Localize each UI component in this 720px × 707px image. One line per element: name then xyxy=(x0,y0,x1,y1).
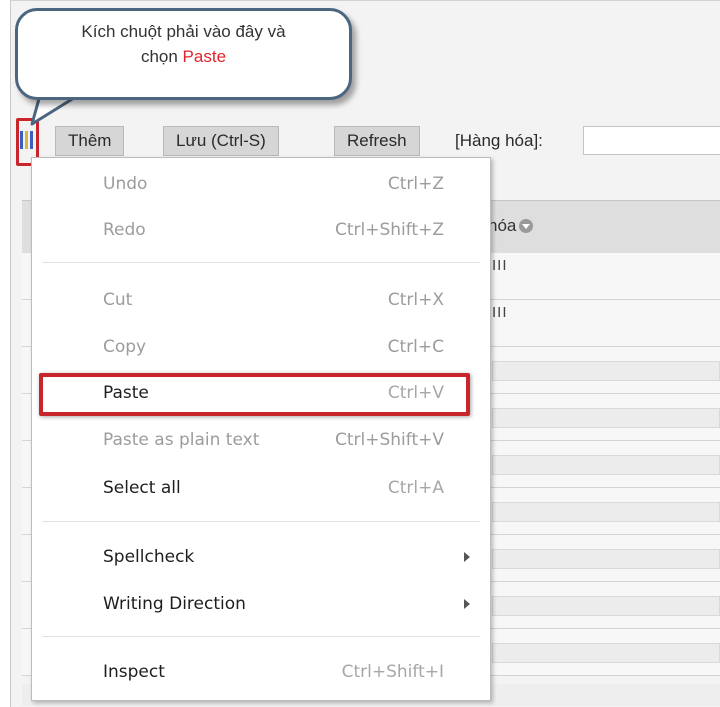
menu-item-undo[interactable]: Undo Ctrl+Z xyxy=(32,167,490,201)
menu-item-label: Undo xyxy=(103,174,148,194)
paste-highlight-box xyxy=(39,373,470,416)
instruction-callout: Kích chuột phải vào đây và chọn Paste xyxy=(15,8,352,100)
menu-item-shortcut: Ctrl+C xyxy=(387,337,444,357)
table-cell xyxy=(492,596,720,616)
menu-separator xyxy=(42,521,480,522)
save-button[interactable]: Lưu (Ctrl-S) xyxy=(163,126,279,156)
column-header-product[interactable]: hóa xyxy=(488,216,534,236)
menu-item-label: Paste as plain text xyxy=(103,430,260,450)
menu-item-spellcheck[interactable]: Spellcheck xyxy=(32,540,490,574)
refresh-button[interactable]: Refresh xyxy=(334,126,420,156)
menu-item-paste-plain[interactable]: Paste as plain text Ctrl+Shift+V xyxy=(32,423,490,457)
callout-line-2: chọn Paste xyxy=(18,44,349,69)
table-cell xyxy=(492,361,720,381)
menu-item-label: Inspect xyxy=(103,662,165,682)
menu-item-shortcut: Ctrl+X xyxy=(387,290,444,310)
table-cell: III xyxy=(492,257,508,274)
product-filter-input[interactable] xyxy=(583,126,720,155)
table-cell xyxy=(492,408,720,428)
menu-item-label: Select all xyxy=(103,478,181,498)
menu-item-shortcut: Ctrl+Shift+Z xyxy=(334,220,444,240)
table-cell xyxy=(492,455,720,475)
menu-item-label: Copy xyxy=(103,337,147,357)
menu-item-redo[interactable]: Redo Ctrl+Shift+Z xyxy=(32,213,490,247)
menu-item-label: Writing Direction xyxy=(103,594,246,614)
callout-text: chọn xyxy=(140,47,183,66)
chevron-right-icon xyxy=(464,599,470,609)
chevron-right-icon xyxy=(464,552,470,562)
menu-item-label: Cut xyxy=(103,290,133,310)
callout-line-1: Kích chuột phải vào đây và xyxy=(81,22,286,41)
menu-item-shortcut: Ctrl+Z xyxy=(387,174,444,194)
menu-item-cut[interactable]: Cut Ctrl+X xyxy=(32,283,490,317)
menu-item-copy[interactable]: Copy Ctrl+C xyxy=(32,330,490,364)
menu-item-label: Redo xyxy=(103,220,146,240)
menu-item-select-all[interactable]: Select all Ctrl+A xyxy=(32,471,490,505)
table-cell xyxy=(492,643,720,663)
sort-dropdown-icon[interactable] xyxy=(519,219,534,233)
menu-item-shortcut: Ctrl+A xyxy=(387,478,444,498)
context-menu: Undo Ctrl+Z Redo Ctrl+Shift+Z Cut Ctrl+X… xyxy=(31,157,491,701)
product-filter-label: [Hàng hóa]: xyxy=(455,131,543,150)
menu-item-shortcut: Ctrl+Shift+V xyxy=(334,430,444,450)
add-button[interactable]: Thêm xyxy=(55,126,125,156)
menu-separator xyxy=(42,262,480,263)
column-header-label: hóa xyxy=(488,216,517,235)
table-cell xyxy=(492,502,720,522)
callout-accent-text: Paste xyxy=(182,47,227,66)
menu-separator xyxy=(42,636,480,637)
menu-item-label: Spellcheck xyxy=(103,547,195,567)
table-cell xyxy=(492,549,720,569)
menu-item-shortcut: Ctrl+Shift+I xyxy=(341,662,444,682)
table-cell: III xyxy=(492,304,508,321)
menu-item-inspect[interactable]: Inspect Ctrl+Shift+I xyxy=(32,655,490,689)
menu-item-writing-direction[interactable]: Writing Direction xyxy=(32,587,490,621)
